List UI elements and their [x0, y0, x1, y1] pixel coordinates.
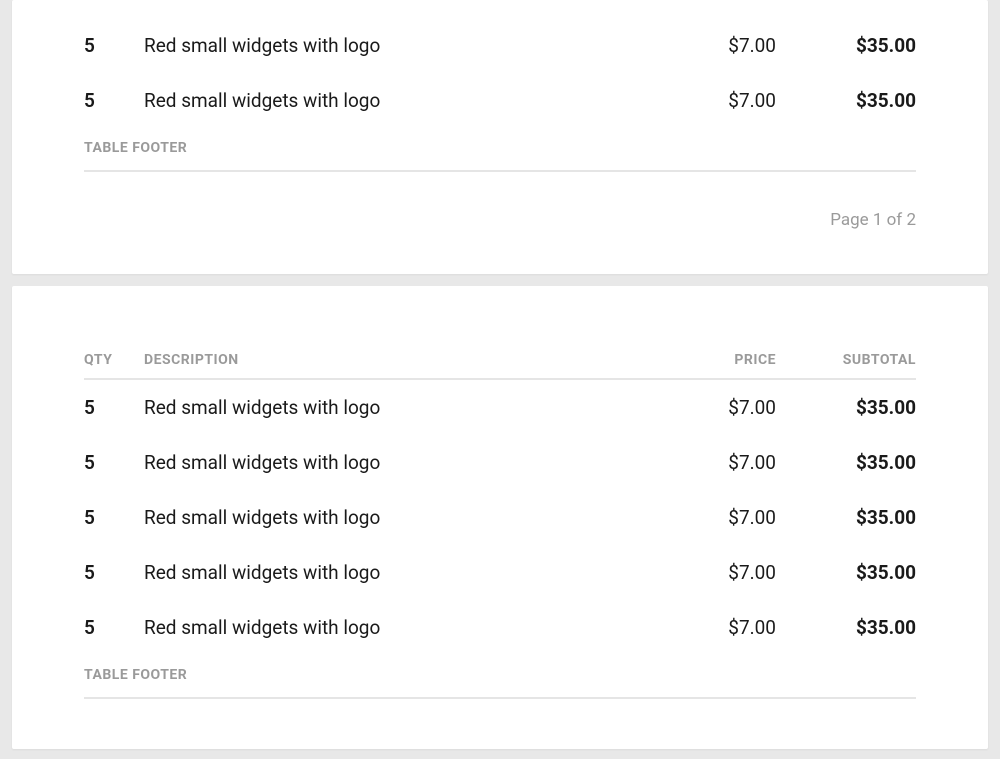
- price-cell: $7.00: [636, 89, 776, 112]
- price-cell: $7.00: [636, 396, 776, 419]
- price-cell: $7.00: [636, 506, 776, 529]
- table-footer-label: TABLE FOOTER: [84, 655, 916, 699]
- subtotal-cell: $35.00: [776, 396, 916, 419]
- header-subtotal: SUBTOTAL: [776, 352, 916, 368]
- subtotal-cell: $35.00: [776, 34, 916, 57]
- table-row: 5 Red small widgets with logo $7.00 $35.…: [84, 435, 916, 490]
- desc-cell: Red small widgets with logo: [144, 34, 636, 57]
- qty-cell: 5: [84, 89, 144, 112]
- desc-cell: Red small widgets with logo: [144, 561, 636, 584]
- subtotal-cell: $35.00: [776, 451, 916, 474]
- table-footer-label: TABLE FOOTER: [84, 128, 916, 172]
- table-row: 5 Red small widgets with logo $7.00 $35.…: [84, 73, 916, 128]
- invoice-page-2: QTY DESCRIPTION PRICE SUBTOTAL 5 Red sma…: [12, 286, 988, 749]
- desc-cell: Red small widgets with logo: [144, 89, 636, 112]
- table-row: 5 Red small widgets with logo $7.00 $35.…: [84, 380, 916, 435]
- table-row: 5 Red small widgets with logo $7.00 $35.…: [84, 18, 916, 73]
- subtotal-cell: $35.00: [776, 561, 916, 584]
- header-qty: QTY: [84, 352, 144, 368]
- header-description: DESCRIPTION: [144, 352, 636, 368]
- table-header: QTY DESCRIPTION PRICE SUBTOTAL: [84, 352, 916, 380]
- invoice-page-1: 5 Red small widgets with logo $7.00 $35.…: [12, 0, 988, 274]
- price-cell: $7.00: [636, 561, 776, 584]
- subtotal-cell: $35.00: [776, 506, 916, 529]
- desc-cell: Red small widgets with logo: [144, 396, 636, 419]
- page-number: Page 1 of 2: [84, 210, 916, 230]
- table-row: 5 Red small widgets with logo $7.00 $35.…: [84, 490, 916, 545]
- header-price: PRICE: [636, 352, 776, 368]
- desc-cell: Red small widgets with logo: [144, 616, 636, 639]
- qty-cell: 5: [84, 451, 144, 474]
- qty-cell: 5: [84, 396, 144, 419]
- price-cell: $7.00: [636, 34, 776, 57]
- subtotal-cell: $35.00: [776, 89, 916, 112]
- subtotal-cell: $35.00: [776, 616, 916, 639]
- qty-cell: 5: [84, 616, 144, 639]
- desc-cell: Red small widgets with logo: [144, 506, 636, 529]
- price-cell: $7.00: [636, 451, 776, 474]
- qty-cell: 5: [84, 34, 144, 57]
- table-row: 5 Red small widgets with logo $7.00 $35.…: [84, 600, 916, 655]
- table-row: 5 Red small widgets with logo $7.00 $35.…: [84, 545, 916, 600]
- desc-cell: Red small widgets with logo: [144, 451, 636, 474]
- price-cell: $7.00: [636, 616, 776, 639]
- qty-cell: 5: [84, 506, 144, 529]
- qty-cell: 5: [84, 561, 144, 584]
